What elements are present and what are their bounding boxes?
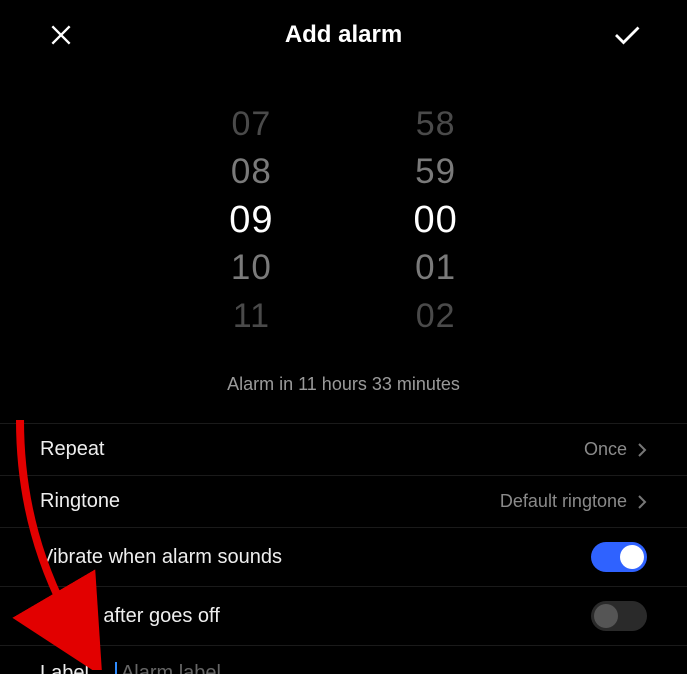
label-row: Label [0, 646, 687, 674]
alarm-countdown: Alarm in 11 hours 33 minutes [0, 374, 687, 395]
hour-option: 08 [231, 148, 272, 196]
cancel-button[interactable] [44, 18, 78, 52]
check-icon [611, 20, 641, 50]
time-picker[interactable]: 07 08 09 10 11 58 59 00 01 02 [0, 100, 687, 340]
minute-option: 58 [416, 100, 456, 148]
hour-option: 07 [231, 100, 271, 148]
minute-option: 02 [416, 292, 456, 340]
repeat-value: Once [584, 439, 647, 460]
hour-wheel[interactable]: 07 08 09 10 11 [229, 100, 273, 340]
ringtone-value: Default ringtone [500, 491, 647, 512]
minute-option: 59 [415, 148, 456, 196]
vibrate-row: Vibrate when alarm sounds [0, 528, 687, 587]
delete-after-label: Delete after goes off [40, 605, 220, 628]
minute-selected: 00 [414, 196, 458, 244]
hour-option: 10 [231, 244, 272, 292]
minute-wheel[interactable]: 58 59 00 01 02 [414, 100, 458, 340]
ringtone-value-text: Default ringtone [500, 491, 627, 512]
alarm-label-input[interactable] [115, 660, 647, 674]
close-icon [48, 22, 74, 48]
hour-selected: 09 [229, 196, 273, 244]
repeat-row[interactable]: Repeat Once [0, 424, 687, 476]
repeat-label: Repeat [40, 438, 105, 461]
page-title: Add alarm [78, 21, 609, 49]
repeat-value-text: Once [584, 439, 627, 460]
ringtone-row[interactable]: Ringtone Default ringtone [0, 476, 687, 528]
hour-option: 11 [233, 292, 270, 340]
delete-after-row: Delete after goes off [0, 587, 687, 646]
ringtone-label: Ringtone [40, 490, 120, 513]
label-field-label: Label [40, 662, 89, 674]
vibrate-label: Vibrate when alarm sounds [40, 546, 282, 569]
toggle-knob [594, 604, 618, 628]
toggle-knob [620, 545, 644, 569]
chevron-right-icon [637, 494, 647, 510]
delete-after-toggle[interactable] [591, 601, 647, 631]
minute-option: 01 [415, 244, 456, 292]
text-cursor [115, 662, 117, 674]
header: Add alarm [0, 0, 687, 70]
confirm-button[interactable] [609, 18, 643, 52]
chevron-right-icon [637, 442, 647, 458]
settings-list: Repeat Once Ringtone Default ringtone Vi… [0, 423, 687, 674]
vibrate-toggle[interactable] [591, 542, 647, 572]
